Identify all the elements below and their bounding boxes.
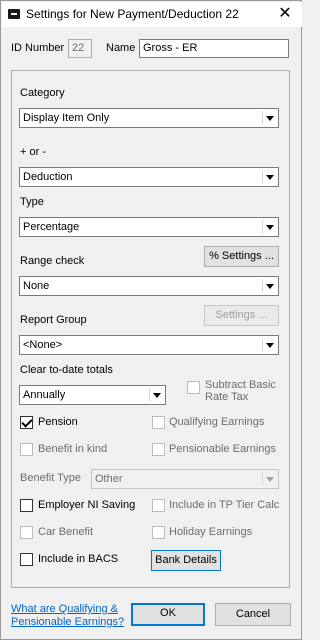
- benefit-type-dropdown: Other: [91, 469, 279, 489]
- chevron-down-icon: [262, 111, 276, 125]
- include-in-bacs-label: Include in BACS: [38, 553, 119, 565]
- include-in-bacs-checkbox[interactable]: [20, 553, 33, 566]
- holiday-earnings-label: Holiday Earnings: [169, 526, 253, 538]
- employer-ni-saving-checkbox[interactable]: [20, 499, 33, 512]
- range-check-value: None: [23, 280, 50, 292]
- range-check-dropdown[interactable]: None: [19, 276, 279, 296]
- plus-minus-label: + or -: [20, 146, 46, 158]
- name-field[interactable]: Gross - ER: [139, 39, 289, 58]
- name-label: Name: [106, 42, 136, 54]
- subtract-basic-rate-label: Subtract Basic Rate Tax: [205, 379, 276, 403]
- pension-label: Pension: [38, 416, 78, 428]
- car-benefit-checkbox: [20, 526, 33, 539]
- category-value: Display Item Only: [23, 112, 110, 124]
- range-check-label: Range check: [20, 255, 85, 267]
- benefit-type-label: Benefit Type: [20, 472, 81, 484]
- report-group-value: <None>: [23, 339, 63, 351]
- id-number-field: 22: [68, 39, 92, 58]
- window-title: Settings for New Payment/Deduction 22: [26, 7, 239, 21]
- clear-totals-value: Annually: [23, 389, 66, 401]
- benefit-in-kind-label: Benefit in kind: [38, 443, 108, 455]
- percent-settings-button[interactable]: % Settings ...: [204, 246, 279, 267]
- chevron-down-icon: [149, 388, 163, 402]
- clear-totals-label: Clear to-date totals: [20, 364, 113, 376]
- title-bar: Settings for New Payment/Deduction 22 ✕: [2, 2, 302, 27]
- chevron-down-icon: [262, 170, 276, 184]
- include-tp-tier-checkbox: [152, 499, 165, 512]
- clear-totals-dropdown[interactable]: Annually: [19, 385, 166, 405]
- pensionable-earnings-label: Pensionable Earnings: [169, 443, 277, 455]
- type-value: Percentage: [23, 221, 80, 233]
- close-icon[interactable]: ✕: [274, 5, 296, 23]
- benefit-in-kind-checkbox: [20, 443, 33, 456]
- bank-details-button[interactable]: Bank Details: [151, 550, 221, 571]
- report-group-settings-button: Settings ...: [204, 305, 279, 326]
- chevron-down-icon: [262, 220, 276, 234]
- qualifying-earnings-help-link[interactable]: What are Qualifying & Pensionable Earnin…: [11, 603, 124, 629]
- employer-ni-saving-label: Employer NI Saving: [38, 499, 136, 511]
- cancel-button[interactable]: Cancel: [215, 603, 291, 626]
- qualifying-earnings-checkbox: [152, 416, 165, 429]
- category-label: Category: [20, 87, 65, 99]
- chevron-down-icon: [262, 472, 276, 486]
- subtract-basic-rate-checkbox: [187, 381, 200, 394]
- ok-button[interactable]: OK: [131, 603, 205, 626]
- car-benefit-label: Car Benefit: [38, 526, 94, 538]
- plus-minus-dropdown[interactable]: Deduction: [19, 167, 279, 187]
- pensionable-earnings-checkbox: [152, 443, 165, 456]
- plus-minus-value: Deduction: [23, 171, 73, 183]
- app-icon: [8, 9, 20, 19]
- pension-checkbox[interactable]: [20, 416, 33, 429]
- category-dropdown[interactable]: Display Item Only: [19, 108, 279, 128]
- holiday-earnings-checkbox: [152, 526, 165, 539]
- chevron-down-icon: [262, 338, 276, 352]
- report-group-dropdown[interactable]: <None>: [19, 335, 279, 355]
- benefit-type-value: Other: [95, 473, 123, 485]
- id-number-label: ID Number: [11, 42, 65, 54]
- report-group-label: Report Group: [20, 314, 87, 326]
- type-label: Type: [20, 196, 44, 208]
- chevron-down-icon: [262, 279, 276, 293]
- type-dropdown[interactable]: Percentage: [19, 217, 279, 237]
- qualifying-earnings-label: Qualifying Earnings: [169, 416, 265, 428]
- include-tp-tier-label: Include in TP Tier Calc: [169, 499, 280, 511]
